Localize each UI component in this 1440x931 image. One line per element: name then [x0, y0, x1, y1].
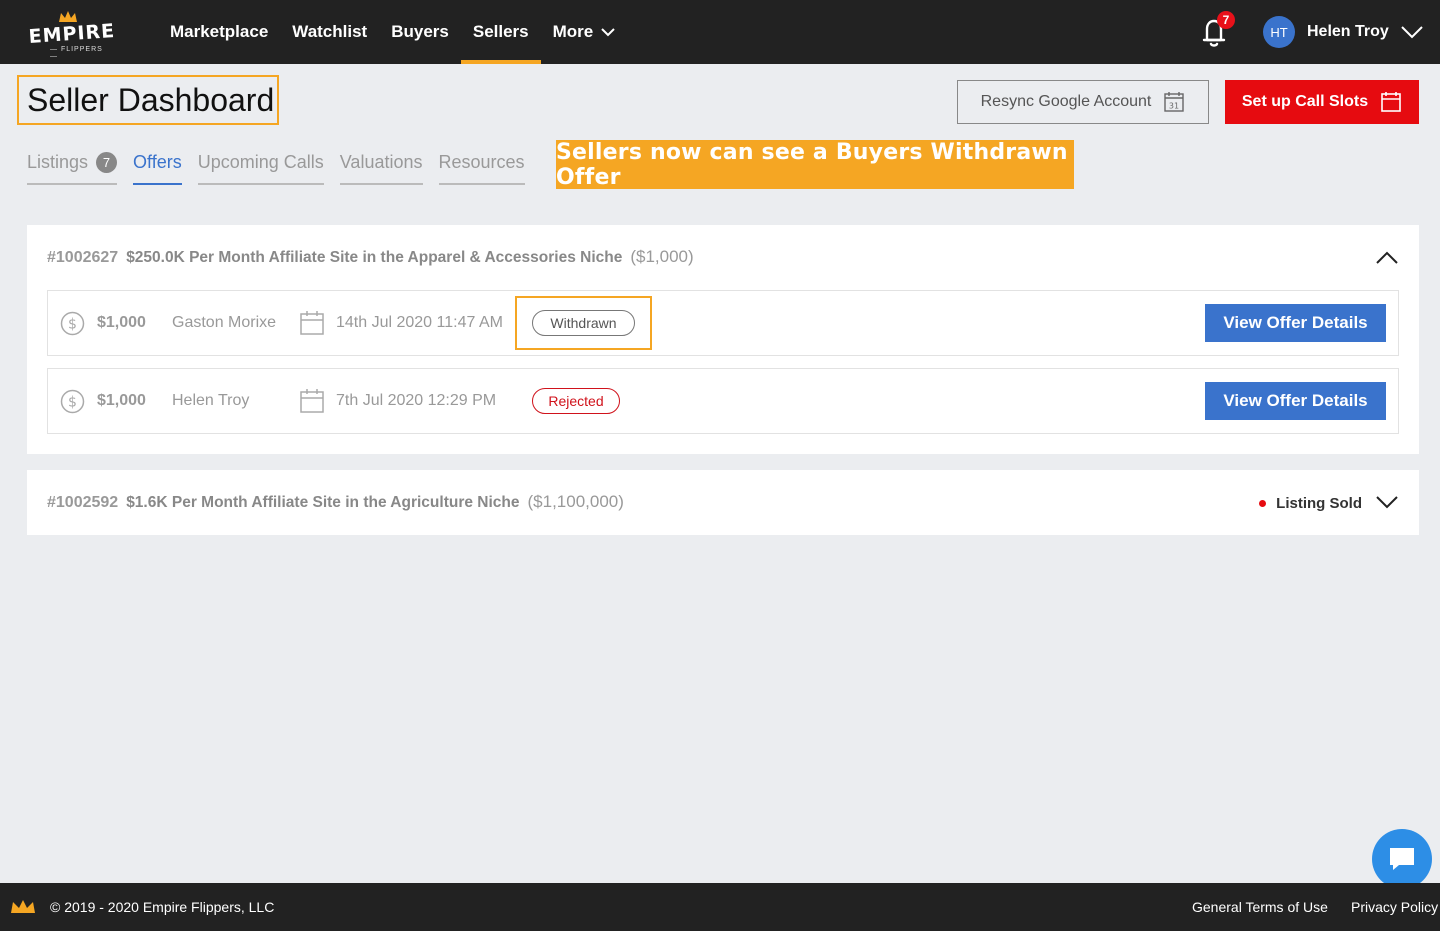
logo-subtext: — FLIPPERS — [50, 46, 103, 60]
avatar: HT [1263, 16, 1295, 48]
dollar-circle-icon: $ [60, 389, 85, 414]
privacy-link[interactable]: Privacy Policy [1351, 899, 1438, 915]
offer-row: $ $1,000 Helen Troy 7th Jul 2020 12:29 P… [47, 368, 1399, 434]
notification-badge: 7 [1217, 11, 1235, 29]
tab-listings-label: Listings [27, 152, 89, 172]
svg-text:$: $ [68, 395, 77, 411]
calendar-icon [300, 311, 324, 335]
status-badge: Withdrawn [532, 310, 635, 336]
chevron-up-icon[interactable] [1375, 249, 1399, 265]
tab-upcoming-calls[interactable]: Upcoming Calls [197, 148, 324, 185]
listing-card: #1002627 $250.0K Per Month Affiliate Sit… [27, 225, 1419, 454]
logo-wordmark: EMPIRE [28, 19, 116, 48]
copyright-text: © 2019 - 2020 Empire Flippers, LLC [50, 899, 275, 915]
offer-buyer: Gaston Morixe [172, 314, 277, 331]
chevron-down-icon[interactable] [1375, 494, 1399, 510]
dashboard-tabs: Listings 7 Offers Upcoming Calls Valuati… [27, 148, 525, 185]
top-navbar: EMPIRE — FLIPPERS — Marketplace Watchlis… [0, 0, 1440, 64]
main-nav: Marketplace Watchlist Buyers Sellers Mor… [158, 0, 627, 64]
page-title: Seller Dashboard [17, 75, 279, 125]
nav-buyers[interactable]: Buyers [379, 0, 461, 64]
chat-button[interactable] [1372, 829, 1432, 889]
calendar-icon: 31 [1164, 92, 1185, 112]
tab-offers-label: Offers [133, 152, 182, 172]
setup-label: Set up Call Slots [1241, 93, 1369, 110]
user-name: Helen Troy [1307, 23, 1389, 40]
calendar-icon [1381, 92, 1401, 112]
calendar-icon [300, 389, 324, 413]
status-highlight: Withdrawn [515, 296, 652, 350]
offer-date: 14th Jul 2020 11:47 AM [336, 314, 503, 331]
nav-marketplace-label: Marketplace [170, 22, 269, 41]
chevron-down-icon [601, 27, 615, 36]
listings-count-badge: 7 [96, 152, 118, 173]
tab-listings[interactable]: Listings 7 [27, 148, 118, 185]
nav-sellers-label: Sellers [472, 22, 529, 41]
offer-row: $ $1,000 Gaston Morixe 14th Jul 2020 11:… [47, 290, 1399, 356]
tab-offers[interactable]: Offers [133, 148, 182, 185]
tab-resources-label: Resources [438, 152, 525, 172]
tab-resources[interactable]: Resources [438, 148, 525, 185]
tab-valuations[interactable]: Valuations [339, 148, 423, 185]
footer: © 2019 - 2020 Empire Flippers, LLC Gener… [0, 883, 1440, 931]
chat-bubble-icon [1390, 848, 1414, 870]
resync-label: Resync Google Account [980, 93, 1152, 110]
setup-call-slots-button[interactable]: Set up Call Slots [1225, 80, 1419, 124]
chevron-down-icon [1401, 25, 1423, 38]
nav-watchlist[interactable]: Watchlist [280, 0, 379, 64]
announcement-banner: Sellers now can see a Buyers Withdrawn O… [556, 140, 1074, 190]
listing-title: $250.0K Per Month Affiliate Site in the … [126, 249, 623, 266]
status-badge: Rejected [532, 388, 620, 414]
offer-buyer: Helen Troy [172, 392, 250, 409]
listing-id: #1002592 [47, 494, 119, 511]
resync-google-button[interactable]: Resync Google Account 31 [957, 80, 1209, 124]
crown-icon [11, 900, 35, 913]
view-offer-details-button[interactable]: View Offer Details [1205, 382, 1386, 420]
offer-amount: $1,000 [97, 392, 146, 409]
nav-more-label: More [552, 22, 594, 41]
tab-valuations-label: Valuations [339, 152, 423, 172]
listing-header[interactable]: #1002627 $250.0K Per Month Affiliate Sit… [47, 247, 694, 267]
nav-more[interactable]: More [541, 0, 628, 64]
listing-price: ($1,100,000) [527, 492, 624, 511]
listing-card: #1002592 $1.6K Per Month Affiliate Site … [27, 470, 1419, 535]
dollar-circle-icon: $ [60, 311, 85, 336]
terms-link[interactable]: General Terms of Use [1192, 899, 1328, 915]
nav-buyers-label: Buyers [391, 22, 449, 41]
offer-amount: $1,000 [97, 314, 146, 331]
empire-flippers-logo[interactable]: EMPIRE — FLIPPERS — [28, 10, 116, 60]
view-offer-details-button[interactable]: View Offer Details [1205, 304, 1386, 342]
listing-header[interactable]: #1002592 $1.6K Per Month Affiliate Site … [47, 492, 624, 512]
offer-date: 7th Jul 2020 12:29 PM [336, 392, 497, 409]
listing-price: ($1,000) [630, 247, 694, 266]
calendar-day: 31 [1169, 102, 1179, 111]
status-dot [1259, 500, 1267, 507]
listing-title: $1.6K Per Month Affiliate Site in the Ag… [126, 494, 520, 511]
nav-sellers[interactable]: Sellers [460, 0, 541, 64]
tab-upcoming-calls-label: Upcoming Calls [197, 152, 324, 172]
user-menu[interactable]: HT Helen Troy [1263, 16, 1423, 48]
nav-watchlist-label: Watchlist [292, 22, 368, 41]
svg-text:$: $ [68, 317, 77, 333]
listing-status-label: Listing Sold [1276, 495, 1362, 512]
listing-status: Listing Sold [1259, 495, 1362, 512]
nav-marketplace[interactable]: Marketplace [158, 0, 280, 64]
listing-id: #1002627 [47, 249, 119, 266]
